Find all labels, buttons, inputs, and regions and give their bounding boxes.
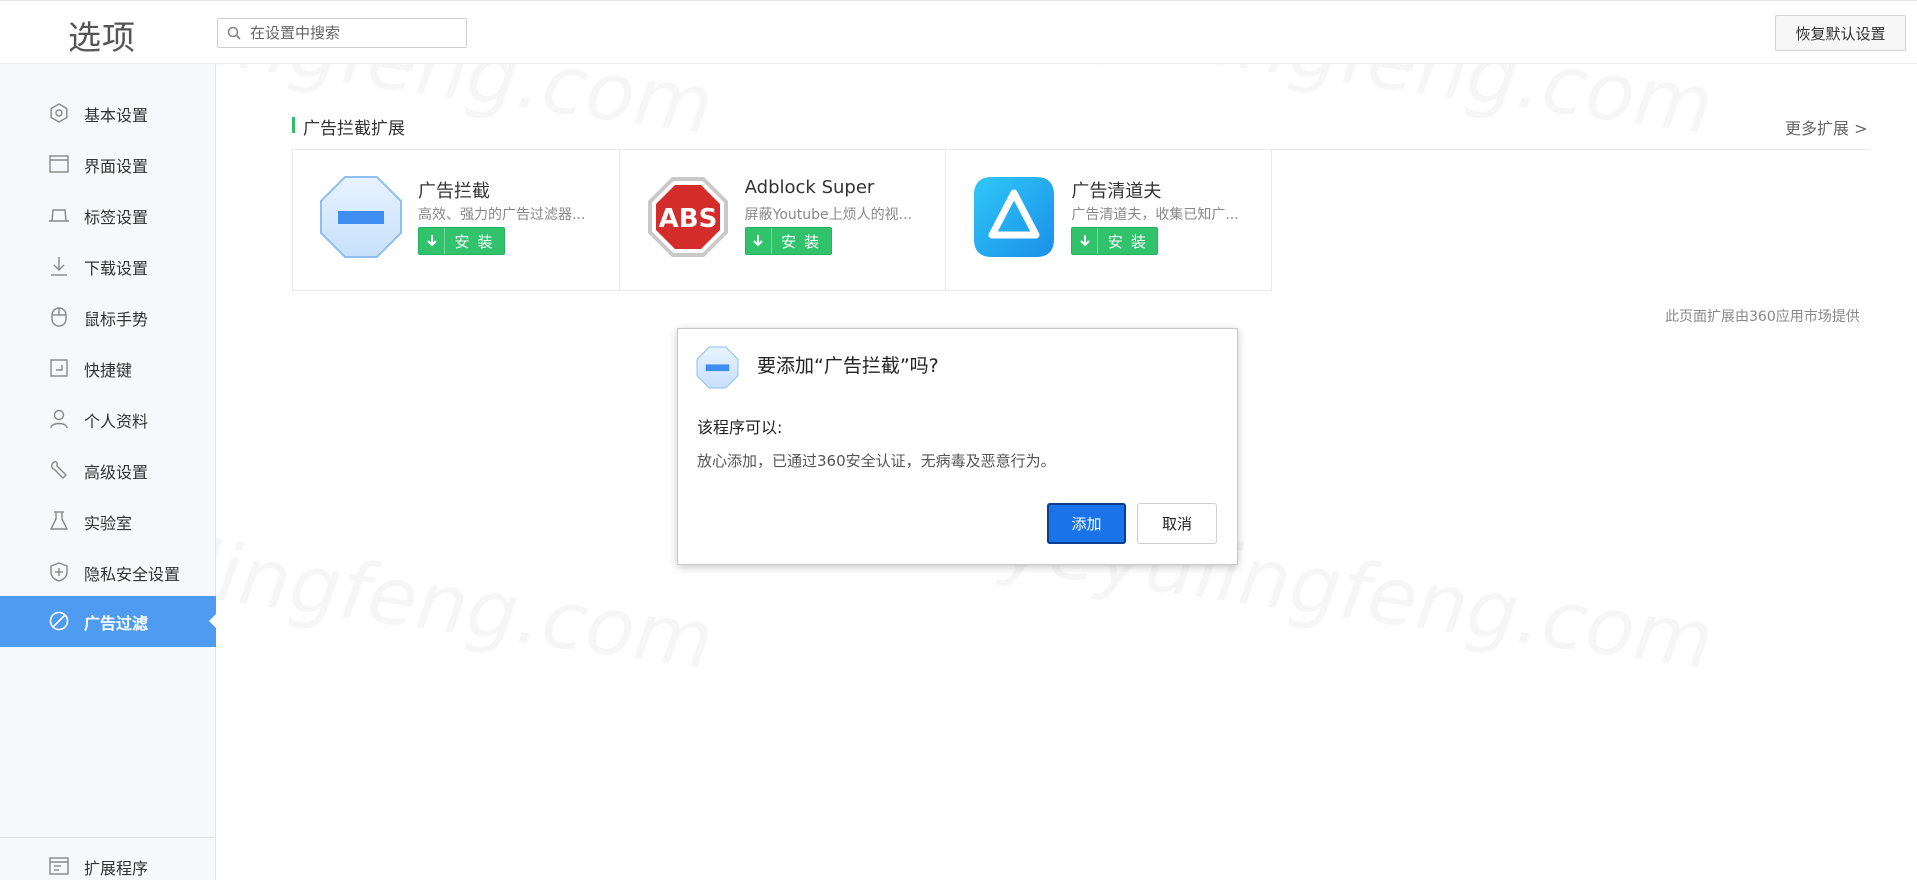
sidebar-item-advanced[interactable]: 高级设置 (0, 445, 216, 496)
sidebar-item-label: 扩展程序 (84, 859, 149, 878)
sidebar-item-download[interactable]: 下载设置 (0, 241, 216, 292)
sidebar-item-label: 快捷键 (84, 361, 133, 380)
sidebar-item-privacy[interactable]: 隐私安全设置 (0, 547, 216, 598)
sidebar-item-label: 标签设置 (84, 208, 149, 227)
install-button[interactable]: 安装 (1071, 227, 1159, 255)
sidebar-item-tabs[interactable]: 标签设置 (0, 190, 216, 241)
sidebar-item-label: 界面设置 (84, 157, 149, 176)
extension-card[interactable]: 广告拦截 高效、强力的广告过滤器... 安装 (293, 150, 620, 290)
sidebar-item-label: 广告过滤 (84, 614, 149, 633)
window-icon (49, 155, 69, 173)
install-label: 安装 (781, 232, 828, 251)
flask-icon (49, 511, 69, 530)
extension-cards: 广告拦截 高效、强力的广告过滤器... 安装 ABS Adblock Super… (292, 150, 1272, 291)
extension-desc: 高效、强力的广告过滤器... (418, 207, 586, 223)
download-icon (419, 228, 445, 254)
add-button[interactable]: 添加 (1047, 503, 1126, 544)
sidebar-item-mouse-gesture[interactable]: 鼠标手势 (0, 292, 216, 343)
tab-icon (49, 209, 69, 222)
extension-card[interactable]: ABS Adblock Super 屏蔽Youtube上烦人的视... 安装 (620, 150, 947, 290)
gear-icon (50, 103, 68, 123)
sidebar-divider (0, 837, 216, 838)
download-icon (746, 228, 772, 254)
shortcut-icon (50, 359, 68, 377)
sidebar-item-extensions[interactable]: 扩展程序 (0, 841, 216, 892)
more-extensions-link[interactable]: 更多扩展 > (1785, 115, 1868, 139)
extension-name: Adblock Super (744, 177, 875, 198)
sidebar-item-label: 个人资料 (84, 412, 149, 431)
reset-defaults-button[interactable]: 恢复默认设置 (1775, 15, 1906, 51)
octagon-minus-icon (320, 176, 402, 258)
sidebar-item-label: 下载设置 (84, 259, 149, 278)
page-title: 选项 (68, 18, 136, 57)
extension-icon (49, 857, 69, 875)
add-extension-dialog: 要添加“广告拦截”吗? 该程序可以: 放心添加，已通过360安全认证，无病毒及恶… (677, 328, 1238, 565)
search-box[interactable] (217, 18, 467, 48)
download-icon (51, 257, 67, 276)
extension-desc: 广告清道夫，收集已知广... (1071, 207, 1239, 223)
sidebar-item-lab[interactable]: 实验室 (0, 496, 216, 547)
sidebar-item-label: 鼠标手势 (84, 310, 149, 329)
sidebar-item-label: 高级设置 (84, 463, 149, 482)
sidebar-item-interface[interactable]: 界面设置 (0, 139, 216, 190)
dialog-title: 要添加“广告拦截”吗? (757, 355, 939, 377)
svg-text:ABS: ABS (658, 204, 717, 234)
mouse-icon (51, 307, 67, 327)
ban-icon (49, 611, 69, 631)
sidebar-item-label: 基本设置 (84, 106, 149, 125)
header-bar: 选项 恢复默认设置 (0, 0, 1917, 64)
extension-desc: 屏蔽Youtube上烦人的视... (744, 207, 913, 223)
cancel-button[interactable]: 取消 (1137, 503, 1217, 544)
abs-stop-icon: ABS (647, 177, 728, 257)
extension-name: 广告清道夫 (1071, 181, 1162, 202)
sidebar-item-label: 实验室 (84, 514, 133, 533)
dialog-message: 放心添加，已通过360安全认证，无病毒及恶意行为。 (697, 452, 1056, 470)
sidebar-item-profile[interactable]: 个人资料 (0, 394, 216, 445)
download-icon (1072, 228, 1099, 254)
install-label: 安装 (1107, 232, 1154, 251)
install-button[interactable]: 安装 (744, 227, 832, 255)
search-input[interactable] (248, 22, 458, 44)
section-marker (292, 117, 295, 133)
sidebar-item-ad-filter[interactable]: 广告过滤 (0, 596, 217, 647)
triangle-logo-icon (974, 177, 1055, 257)
sidebar-item-shortcuts[interactable]: 快捷键 (0, 343, 216, 394)
section-title: 广告拦截扩展 (303, 119, 405, 139)
extension-card[interactable]: 广告清道夫 广告清道夫，收集已知广... 安装 (946, 150, 1271, 290)
dialog-subtitle: 该程序可以: (697, 418, 783, 437)
install-button[interactable]: 安装 (418, 227, 505, 255)
provider-note: 此页面扩展由360应用市场提供 (1665, 309, 1860, 325)
shield-icon (50, 562, 68, 582)
extension-name: 广告拦截 (418, 181, 490, 202)
search-icon (227, 26, 241, 40)
octagon-minus-icon (696, 346, 739, 389)
sidebar-item-label: 隐私安全设置 (84, 565, 181, 584)
sidebar: 基本设置 界面设置 标签设置 下载设置 鼠标手势 快捷键 个人资料 高级设置 实… (0, 64, 217, 880)
install-label: 安装 (454, 232, 501, 251)
user-icon (50, 409, 68, 429)
wrench-icon (51, 461, 67, 479)
sidebar-item-basic[interactable]: 基本设置 (0, 88, 216, 139)
